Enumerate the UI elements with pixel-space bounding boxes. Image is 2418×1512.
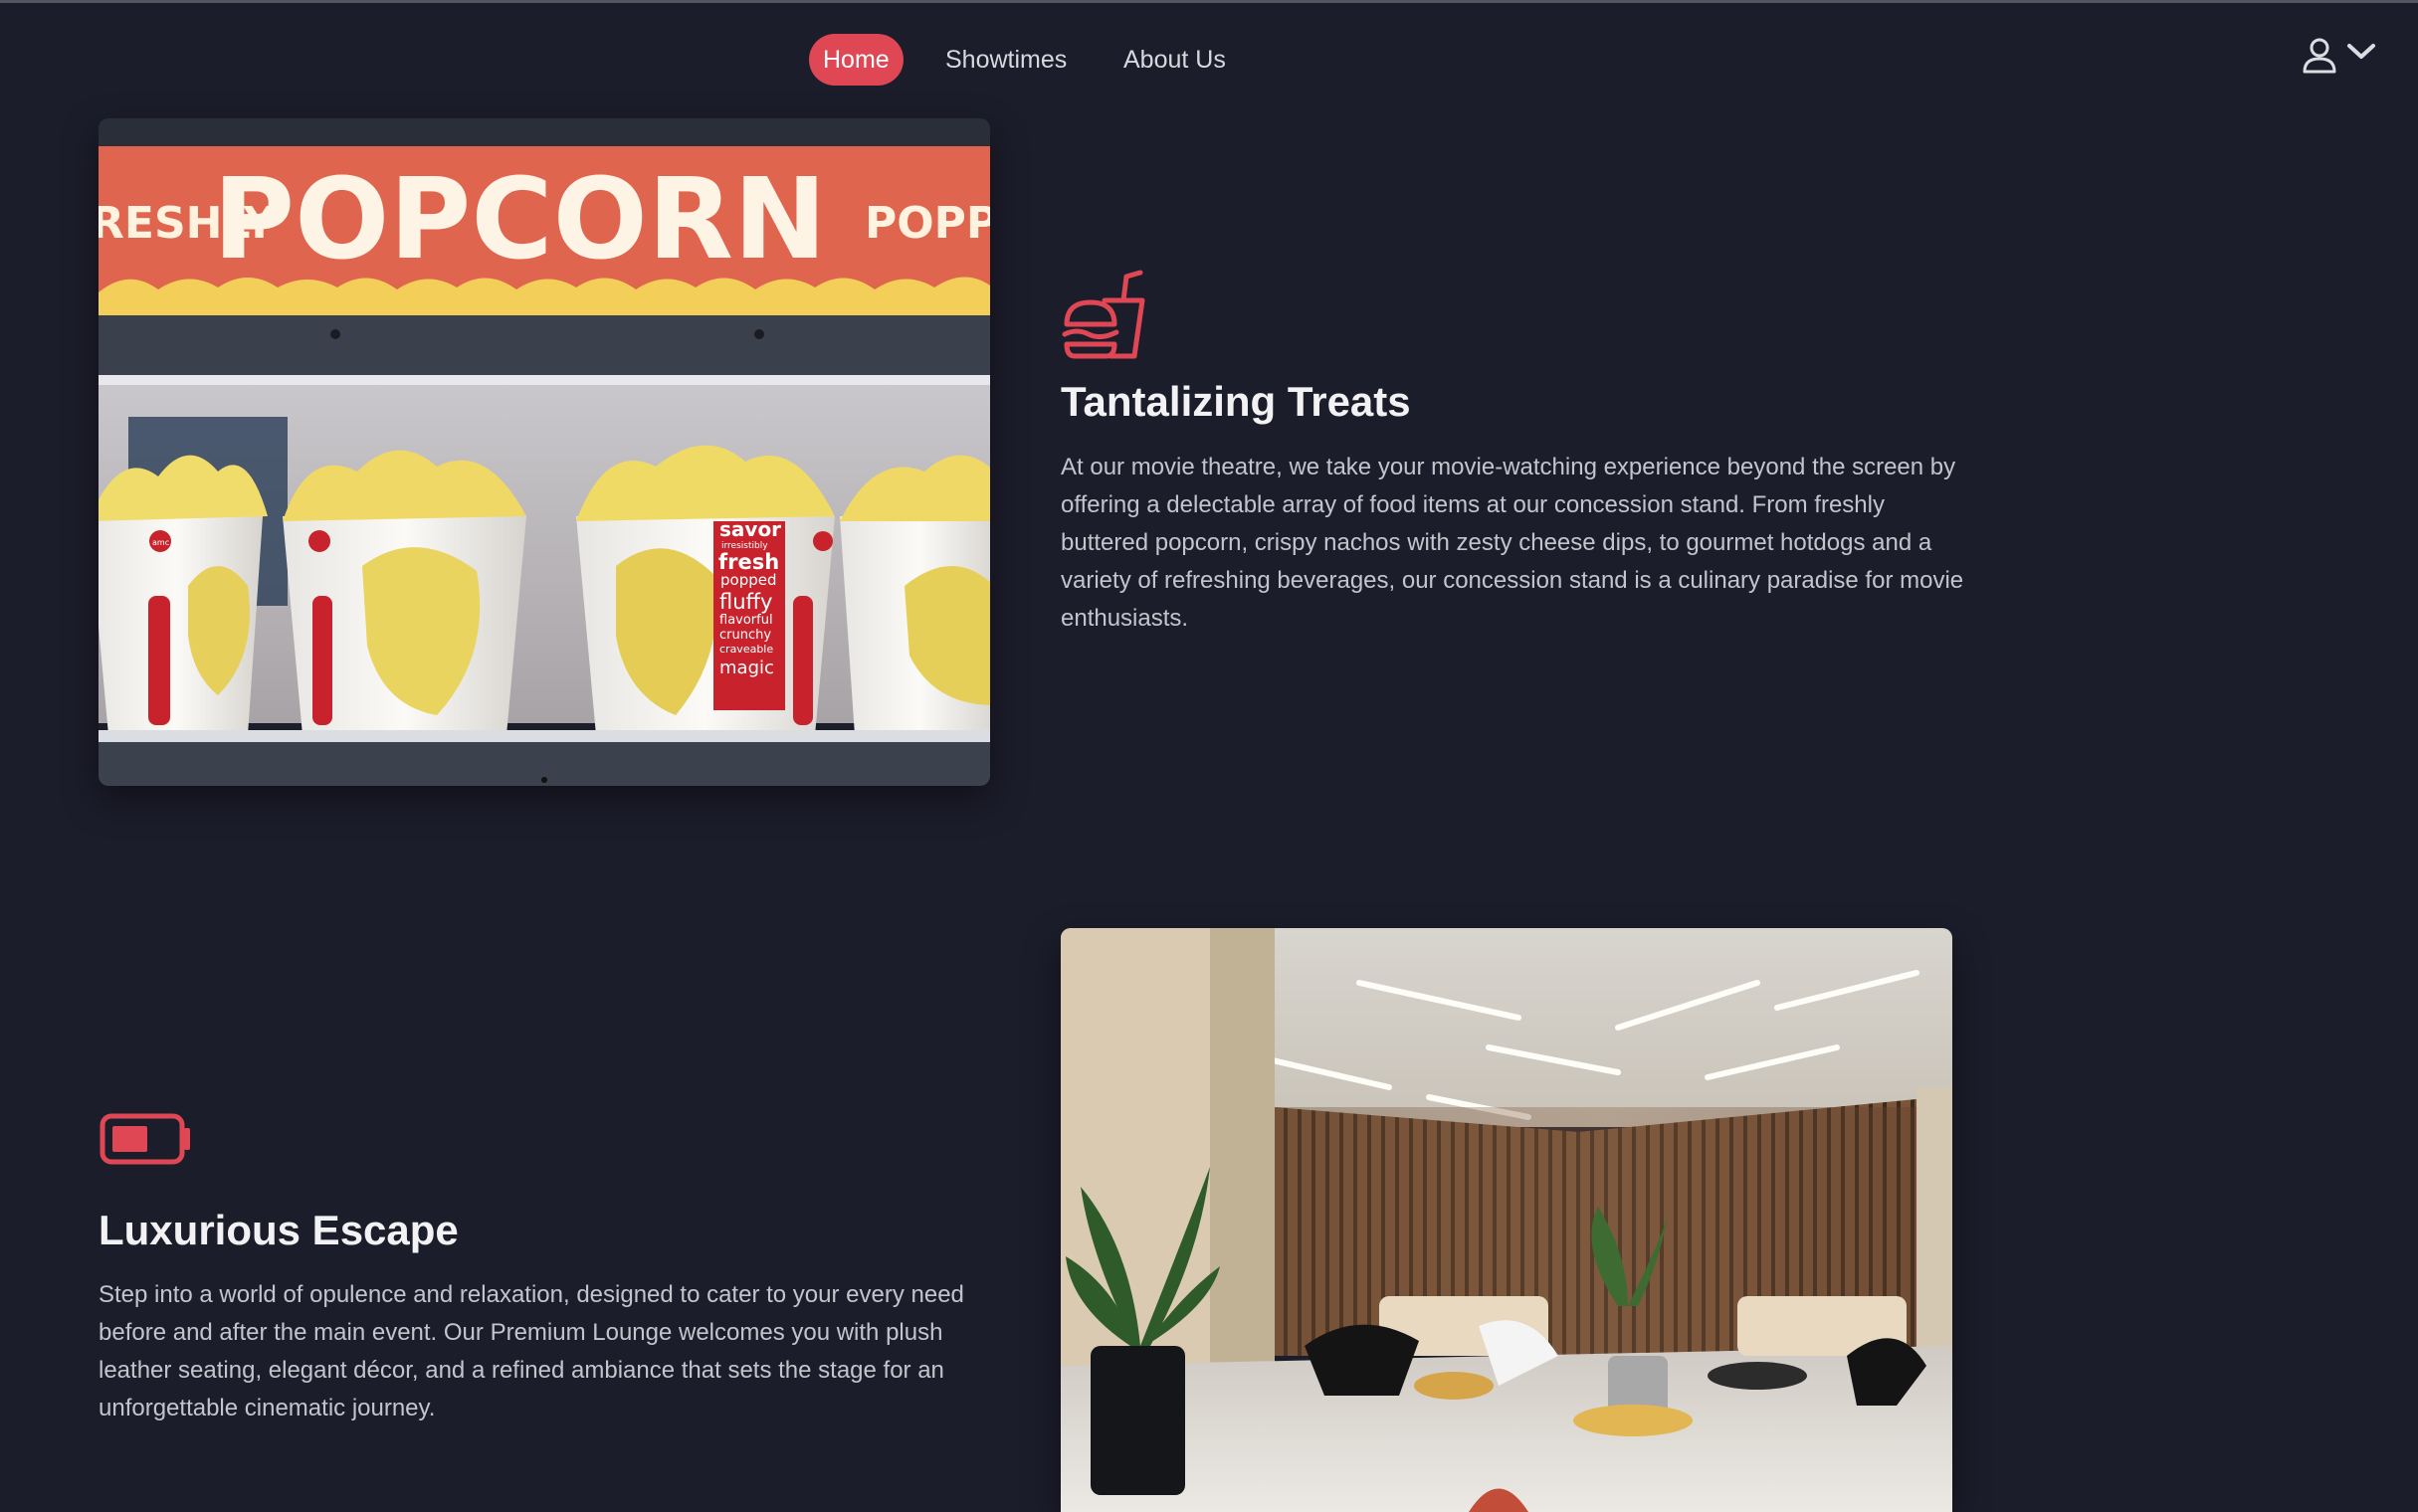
treats-description: At our movie theatre, we take your movie…	[1061, 454, 1964, 632]
nav-about-us[interactable]: About Us	[1109, 34, 1240, 86]
user-menu-button[interactable]	[2301, 36, 2380, 76]
lounge-description: Step into a world of opulence and relaxa…	[99, 1281, 964, 1421]
treats-title: Tantalizing Treats	[1061, 378, 1411, 425]
cup-badge-1: amc	[152, 538, 169, 547]
cup-text-crunchy: crunchy	[719, 628, 771, 643]
popcorn-image: RESHLY POPCORN POPPE amc	[99, 118, 990, 786]
nav-showtimes[interactable]: Showtimes	[931, 34, 1081, 86]
lounge-image	[1061, 928, 1952, 1512]
battery-icon	[100, 1113, 190, 1165]
cup-text-magic: magic	[719, 658, 774, 678]
cup-text-flavorful: flavorful	[719, 613, 773, 628]
lounge-title: Luxurious Escape	[99, 1207, 459, 1253]
banner-right-text: POPPE	[865, 198, 990, 249]
cup-text-popped: popped	[720, 571, 777, 589]
cup-text-savor: savor	[719, 517, 781, 541]
burger-drink-icon	[1062, 270, 1145, 359]
cup-text-craveable: craveable	[719, 643, 773, 656]
top-navbar: Home Showtimes About Us	[0, 0, 2418, 109]
cup-text-fluffy: fluffy	[719, 590, 772, 614]
nav-home[interactable]: Home	[809, 34, 904, 86]
banner-main-text: POPCORN	[213, 155, 827, 284]
chevron-down-icon	[2347, 44, 2375, 59]
